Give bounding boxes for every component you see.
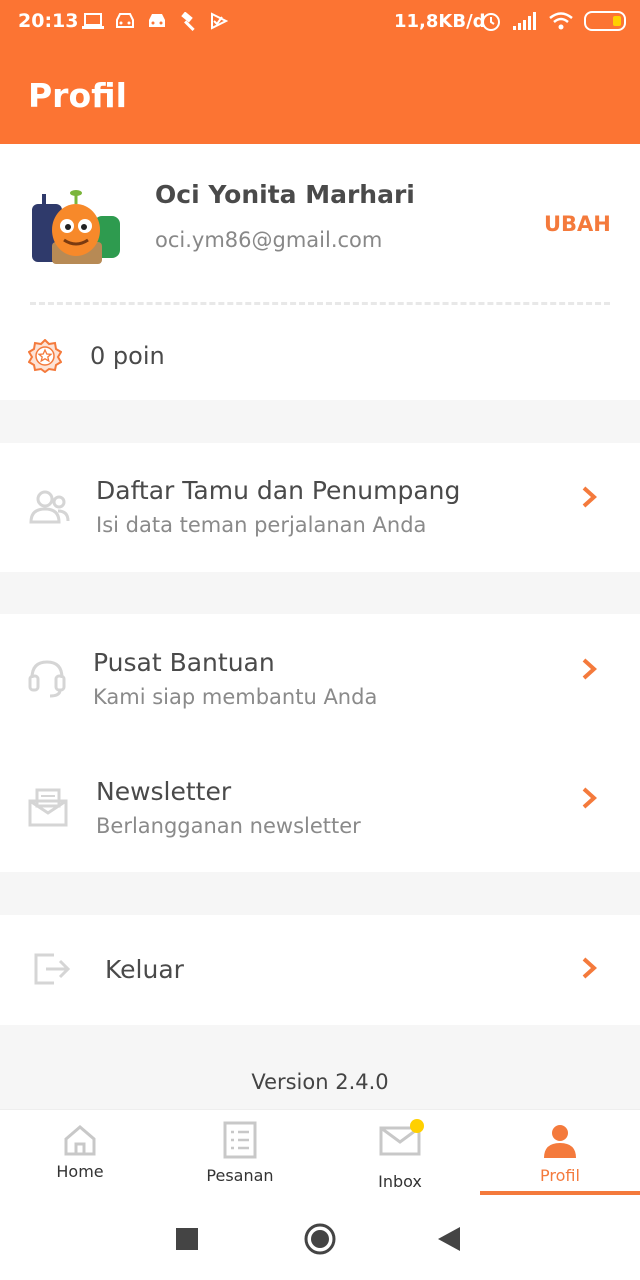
chevron-right-icon — [582, 957, 597, 979]
wifi-icon — [549, 12, 573, 30]
status-time: 20:13 — [18, 10, 79, 32]
profile-name: Oci Yonita Marhari — [155, 180, 415, 209]
profile-card: Oci Yonita Marhari oci.ym86@gmail.com UB… — [0, 144, 640, 400]
orders-icon — [223, 1121, 257, 1159]
nav-home[interactable]: Home — [0, 1110, 160, 1196]
alarm-icon — [482, 13, 500, 31]
person-icon — [544, 1125, 576, 1158]
car-icon — [149, 14, 165, 27]
menu-item-title: Pusat Bantuan — [93, 648, 275, 677]
nav-label: Pesanan — [206, 1166, 274, 1185]
battery-icon — [584, 11, 626, 31]
recent-apps-icon[interactable] — [176, 1228, 198, 1250]
nav-profile[interactable]: Profil — [480, 1110, 640, 1196]
menu-item-title: Newsletter — [96, 777, 232, 806]
divider — [30, 302, 610, 305]
system-nav-bar — [0, 1195, 640, 1280]
status-system-icons — [480, 10, 626, 32]
app-version: Version 2.4.0 — [251, 1070, 389, 1094]
status-notification-icons — [82, 12, 228, 32]
menu-item-subtitle: Berlangganan newsletter — [96, 814, 361, 838]
avatar — [32, 190, 120, 264]
car-icon — [116, 13, 134, 28]
nav-label: Profil — [540, 1166, 580, 1185]
net-speed: 11,8KB/d — [394, 11, 486, 32]
menu-item-logout[interactable]: Keluar — [0, 915, 640, 1025]
home-icon — [64, 1125, 96, 1156]
menu-item-newsletter[interactable]: Newsletter Berlangganan newsletter — [0, 743, 640, 872]
status-bar: 20:13 11,8KB/d — [0, 0, 640, 48]
mail-open-icon — [28, 788, 68, 827]
signal-icon — [513, 12, 536, 30]
support-card: Pusat Bantuan Kami siap membantu Anda Ne… — [0, 614, 640, 872]
points-value: 0 poin — [90, 342, 165, 370]
menu-item-title: Keluar — [105, 955, 184, 984]
nav-inbox[interactable]: Inbox — [320, 1110, 480, 1196]
chevron-right-icon — [582, 658, 597, 680]
logout-card: Keluar — [0, 915, 640, 1025]
profile-email: oci.ym86@gmail.com — [155, 228, 383, 252]
menu-item-subtitle: Kami siap membantu Anda — [93, 685, 378, 709]
chevron-right-icon — [582, 787, 597, 809]
app-bar: Profil — [0, 48, 640, 144]
nav-label: Inbox — [378, 1172, 422, 1191]
menu-item-title: Daftar Tamu dan Penumpang — [96, 476, 461, 505]
bottom-nav: Home Pesanan Inbox Profil — [0, 1109, 640, 1195]
check-flag-icon — [211, 12, 228, 30]
page-title: Profil — [28, 76, 127, 115]
chevron-right-icon — [582, 486, 597, 508]
laptop-icon — [82, 13, 104, 29]
menu-item-subtitle: Isi data teman perjalanan Anda — [96, 513, 427, 537]
inbox-icon — [379, 1119, 424, 1156]
menu-item-guests[interactable]: Daftar Tamu dan Penumpang Isi data teman… — [0, 443, 640, 572]
menu-item-help[interactable]: Pusat Bantuan Kami siap membantu Anda — [0, 614, 640, 743]
people-icon — [29, 490, 70, 524]
headset-icon — [28, 660, 66, 698]
points-badge-icon — [28, 339, 62, 373]
home-button-icon[interactable] — [303, 1222, 337, 1256]
hammer-icon — [181, 12, 195, 31]
guests-card: Daftar Tamu dan Penumpang Isi data teman… — [0, 443, 640, 572]
back-icon[interactable] — [438, 1227, 460, 1251]
edit-profile-button[interactable]: UBAH — [544, 212, 611, 236]
nav-orders[interactable]: Pesanan — [160, 1110, 320, 1196]
logout-icon — [34, 953, 71, 985]
nav-label: Home — [56, 1162, 104, 1181]
